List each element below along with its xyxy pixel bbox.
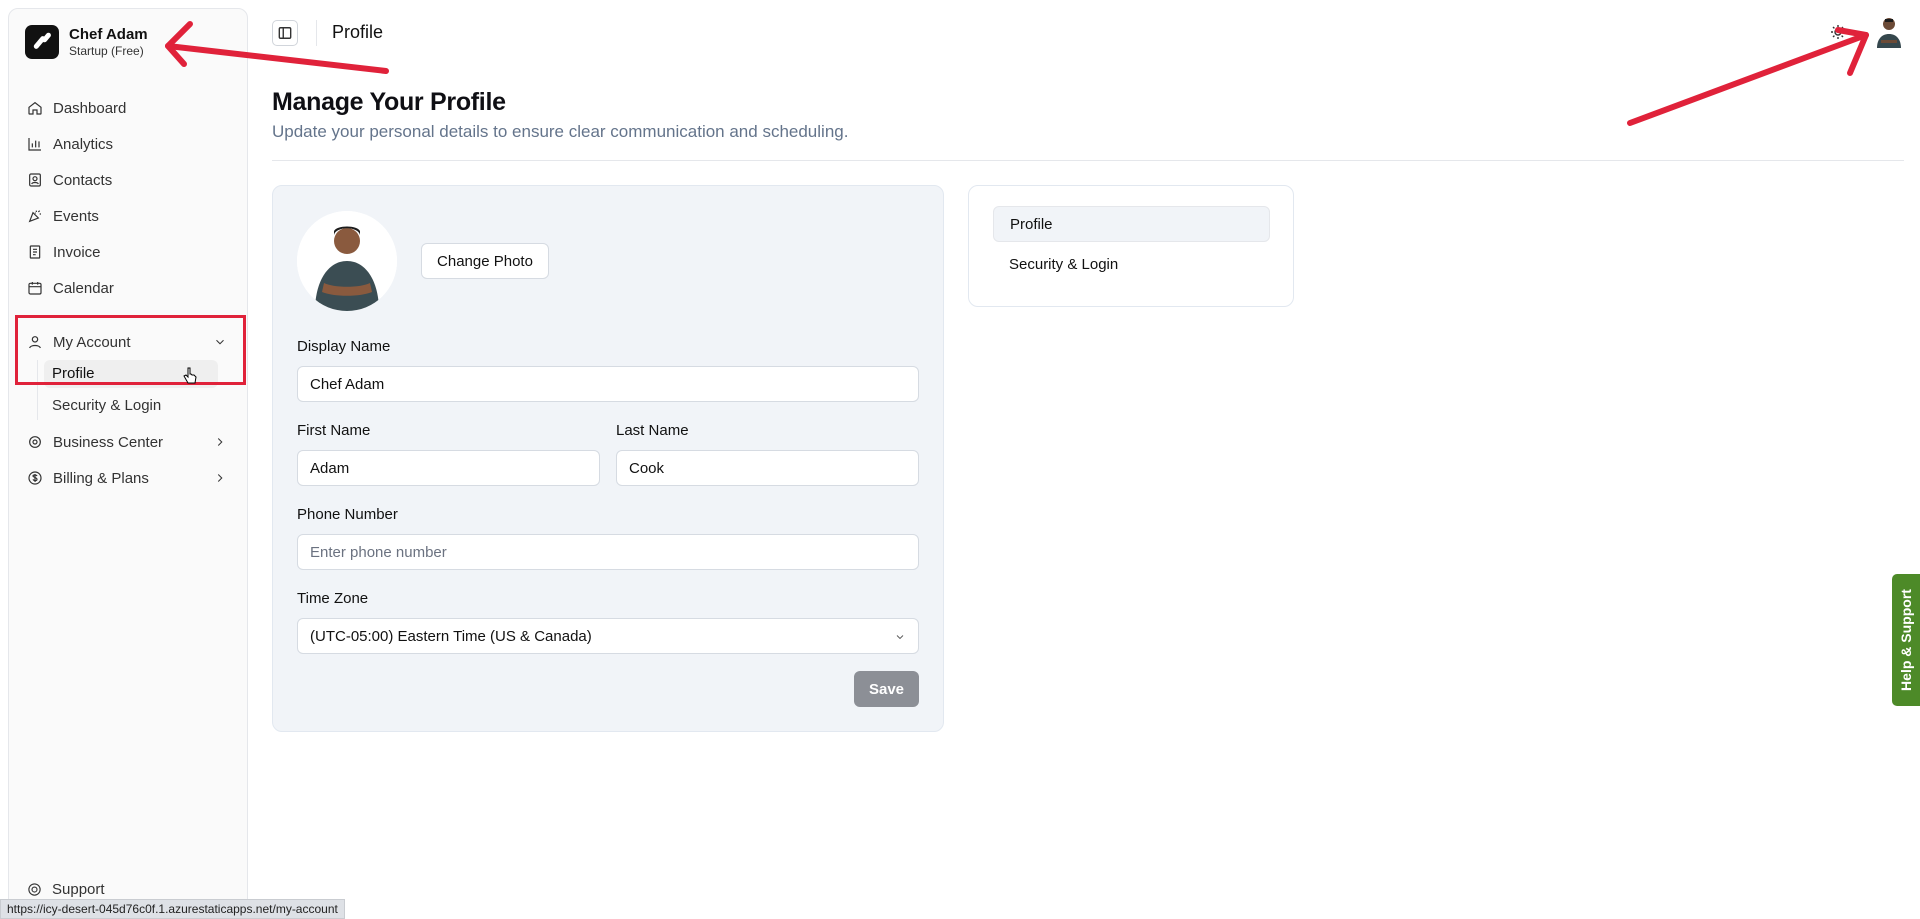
sidebar: Chef Adam Startup (Free) Dashboard Analy… bbox=[8, 8, 248, 919]
bar-chart-icon bbox=[28, 138, 41, 151]
annotation-highlight-box bbox=[15, 315, 246, 385]
sidebar-item-label: Billing & Plans bbox=[53, 469, 149, 487]
party-popper-icon bbox=[28, 210, 41, 223]
display-name-input[interactable]: Chef Adam bbox=[297, 366, 919, 402]
sidebar-item-contacts[interactable]: Contacts bbox=[17, 162, 239, 198]
page-subtitle: Update your personal details to ensure c… bbox=[272, 122, 849, 141]
last-name-label: Last Name bbox=[616, 422, 689, 439]
last-name-input[interactable]: Cook bbox=[616, 450, 919, 486]
sidebar-nav: Dashboard Analytics Contacts Events Invo… bbox=[17, 90, 239, 496]
user-avatar[interactable] bbox=[1874, 16, 1904, 48]
phone-number-input[interactable]: Enter phone number bbox=[297, 534, 919, 570]
tab-profile[interactable]: Profile bbox=[993, 206, 1270, 242]
hand-cursor-icon bbox=[183, 367, 197, 384]
brand-name: Chef Adam bbox=[69, 26, 148, 43]
brand-logo-icon bbox=[25, 25, 59, 59]
annotation-arrow-right bbox=[1627, 32, 1869, 126]
sidebar-item-label: Dashboard bbox=[53, 99, 127, 117]
phone-number-label: Phone Number bbox=[297, 506, 398, 523]
divider bbox=[272, 160, 1904, 161]
sidebar-item-label: Support bbox=[52, 881, 105, 898]
display-name-label: Display Name bbox=[297, 338, 391, 355]
status-bar-url: https://icy-desert-045d76c0f.1.azurestat… bbox=[0, 899, 345, 919]
sidebar-item-calendar[interactable]: Calendar bbox=[17, 270, 239, 306]
time-zone-select[interactable]: (UTC-05:00) Eastern Time (US & Canada) bbox=[297, 618, 919, 654]
change-photo-button[interactable]: Change Photo bbox=[421, 243, 549, 279]
lifebuoy-icon bbox=[28, 883, 41, 896]
dollar-circle-icon bbox=[28, 471, 42, 485]
profile-form-card: Change Photo Display Name Chef Adam Firs… bbox=[272, 185, 944, 732]
chevron-right-icon bbox=[217, 438, 223, 446]
save-button[interactable]: Save bbox=[854, 671, 919, 707]
sun-icon[interactable] bbox=[1830, 24, 1846, 40]
sidebar-item-label: Business Center bbox=[53, 433, 164, 451]
sidebar-item-dashboard[interactable]: Dashboard bbox=[17, 90, 239, 126]
sidebar-item-label: Invoice bbox=[53, 243, 101, 261]
sidebar-item-business-center[interactable]: Business Center bbox=[17, 424, 239, 460]
profile-tabs-card: Profile Security & Login bbox=[968, 185, 1294, 307]
sidebar-item-events[interactable]: Events bbox=[17, 198, 239, 234]
chevron-right-icon bbox=[217, 474, 223, 482]
help-support-tab[interactable]: Help & Support bbox=[1892, 574, 1920, 706]
brand[interactable]: Chef Adam Startup (Free) bbox=[25, 25, 148, 59]
sidebar-item-label: Events bbox=[53, 207, 99, 225]
header-divider bbox=[316, 20, 317, 46]
help-support-label: Help & Support bbox=[1898, 589, 1915, 691]
profile-photo bbox=[297, 211, 397, 311]
sidebar-subitem-security-login[interactable]: Security & Login bbox=[44, 392, 218, 420]
time-zone-label: Time Zone bbox=[297, 590, 369, 607]
sidebar-item-invoice[interactable]: Invoice bbox=[17, 234, 239, 270]
calendar-icon bbox=[28, 282, 42, 295]
sidebar-item-label: Analytics bbox=[53, 135, 114, 153]
tab-security-login[interactable]: Security & Login bbox=[993, 246, 1270, 282]
gear-icon bbox=[29, 436, 41, 448]
home-icon bbox=[28, 101, 42, 115]
sidebar-toggle-button[interactable] bbox=[272, 20, 298, 46]
sidebar-item-label: Contacts bbox=[53, 171, 113, 189]
first-name-input[interactable]: Adam bbox=[297, 450, 600, 486]
sidebar-item-analytics[interactable]: Analytics bbox=[17, 126, 239, 162]
page-title: Manage Your Profile bbox=[272, 88, 506, 116]
sidebar-item-billing-plans[interactable]: Billing & Plans bbox=[17, 460, 239, 496]
time-zone-value: (UTC-05:00) Eastern Time (US & Canada) bbox=[310, 627, 592, 645]
chevron-down-icon bbox=[896, 635, 904, 640]
sidebar-item-support[interactable]: Support bbox=[27, 881, 105, 898]
panel-left-icon bbox=[278, 27, 292, 39]
contact-book-icon bbox=[29, 173, 41, 187]
header-title: Profile bbox=[332, 22, 384, 42]
first-name-label: First Name bbox=[297, 422, 371, 439]
sidebar-item-label: Calendar bbox=[53, 279, 114, 297]
receipt-icon bbox=[29, 245, 41, 259]
brand-plan: Startup (Free) bbox=[69, 44, 144, 58]
